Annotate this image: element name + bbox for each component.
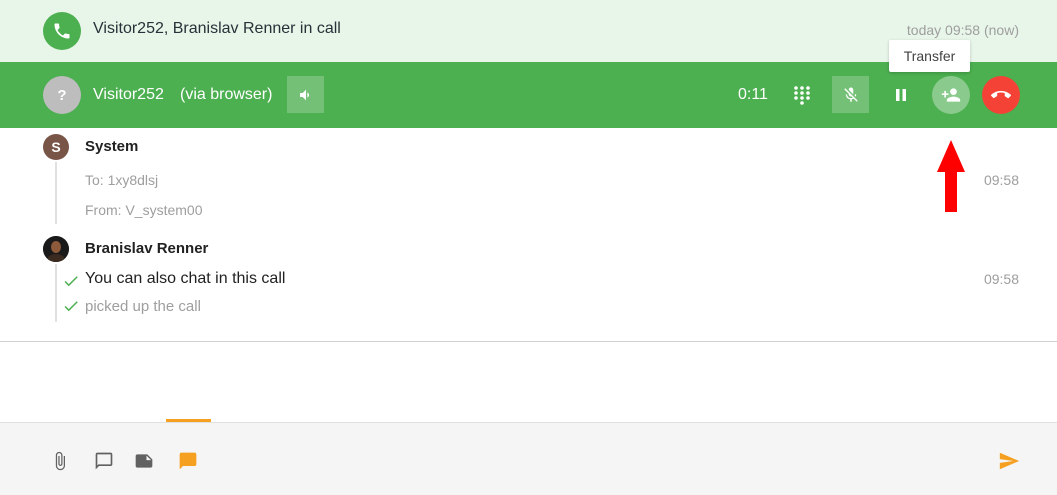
pause-icon <box>895 88 906 101</box>
chat-icon <box>95 452 113 470</box>
system-from: From: V_system00 <box>85 202 203 218</box>
user-message-time: 09:58 <box>983 271 1019 287</box>
caller-name: Visitor252 <box>93 86 164 103</box>
avatar <box>43 236 69 262</box>
dialpad-button[interactable] <box>783 76 820 113</box>
caller-via: (via browser) <box>180 86 273 103</box>
divider <box>0 341 1057 342</box>
hangup-button[interactable] <box>982 76 1020 114</box>
mute-button[interactable] <box>832 76 869 113</box>
transfer-tooltip: Transfer <box>889 40 970 72</box>
transfer-button[interactable] <box>932 76 970 114</box>
composer-toolbar <box>0 422 1057 495</box>
user-message-text: You can also chat in this call <box>85 270 286 287</box>
call-timer: 0:11 <box>738 86 768 103</box>
check-icon <box>64 276 78 287</box>
user-sender: Branislav Renner <box>85 240 209 257</box>
system-to: To: 1xy8dlsj <box>85 172 159 188</box>
message-icon <box>179 452 197 470</box>
note-icon <box>135 454 153 468</box>
volume-icon <box>299 89 309 100</box>
attach-button[interactable] <box>48 449 72 473</box>
user-status: picked up the call <box>85 298 201 315</box>
thread-line <box>55 264 57 322</box>
send-button[interactable] <box>997 449 1021 473</box>
arrow-up-icon <box>937 140 965 212</box>
call-timestamp: today 09:58 (now) <box>906 22 1019 38</box>
system-sender: System <box>85 138 139 155</box>
visitor-avatar: ? <box>43 76 81 114</box>
paperclip-icon <box>55 451 65 471</box>
phone-icon <box>43 12 81 50</box>
call-title: Visitor252, Branislav Renner in call <box>93 20 341 37</box>
system-time: 09:58 <box>983 172 1019 188</box>
system-avatar: S <box>43 134 69 160</box>
send-icon <box>999 452 1020 470</box>
chat-button[interactable] <box>92 449 116 473</box>
dialpad-icon <box>793 85 810 105</box>
hold-button[interactable] <box>882 76 919 113</box>
add-person-icon <box>941 88 961 102</box>
mic-off-icon <box>843 87 858 102</box>
note-button[interactable] <box>132 449 156 473</box>
call-window: Visitor252, Branislav Renner in call tod… <box>0 0 1057 495</box>
message-button[interactable] <box>176 449 200 473</box>
thread-line <box>55 162 57 224</box>
check-icon <box>64 301 78 312</box>
volume-button[interactable] <box>287 76 324 113</box>
hangup-icon <box>991 90 1011 99</box>
